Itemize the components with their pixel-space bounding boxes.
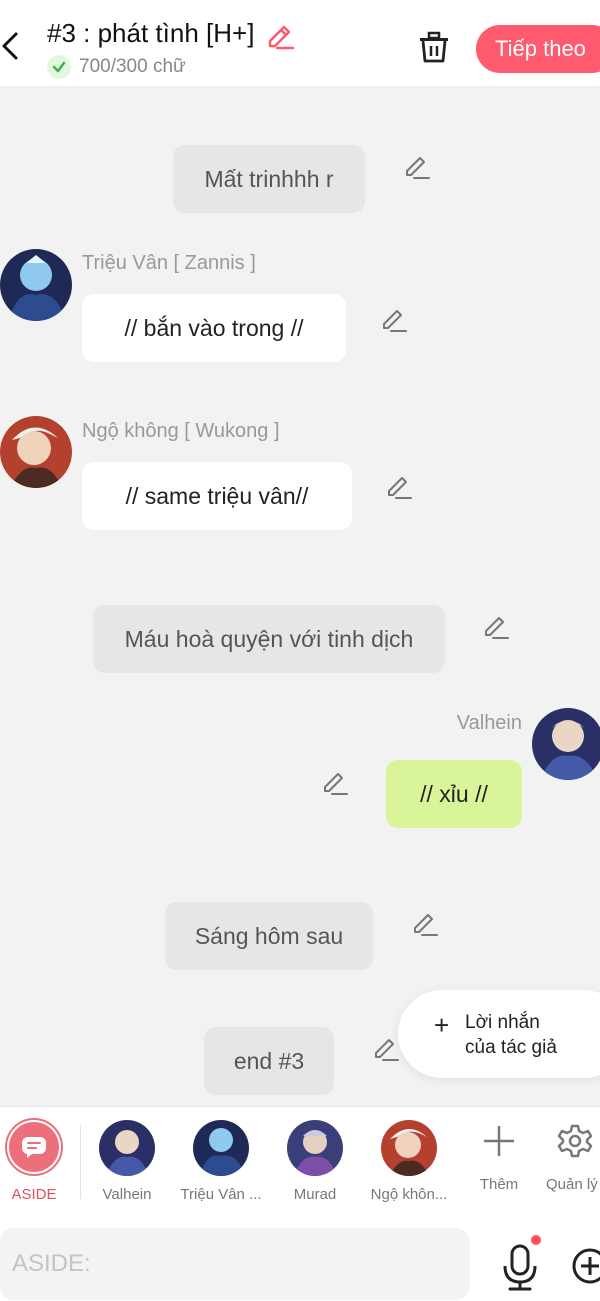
pencil-icon[interactable] [265,22,295,52]
pencil-icon[interactable] [411,911,439,939]
character-bar: ASIDE Valhein Triệu Vân ... Murad Ngộ kh… [0,1106,600,1216]
chat-bubble-icon [9,1122,59,1172]
manage-button[interactable]: Quản lý [528,1107,600,1217]
pencil-icon[interactable] [385,474,413,502]
gear-icon [557,1124,593,1158]
pencil-icon[interactable] [380,307,408,335]
author-note-line1: Lời nhắn [465,1012,540,1033]
plus-icon [484,1126,514,1156]
avatar[interactable] [532,708,600,780]
avatar[interactable] [0,416,72,488]
plus-circle-icon[interactable] [570,1246,600,1286]
manage-label: Quản lý [546,1176,598,1193]
character-label: Triệu Vân ... [180,1186,262,1203]
speaker-name: Triệu Vân [ Zannis ] [82,252,256,274]
avatar [287,1120,343,1176]
author-note-label: Lời nhắn của tác giả [465,1010,557,1060]
pencil-icon[interactable] [321,770,349,798]
character-trieu-van[interactable]: Triệu Vân ... [174,1107,268,1217]
self-chat-bubble[interactable]: // xỉu // [386,760,522,828]
plus-icon: + [434,1010,450,1040]
character-murad[interactable]: Murad [268,1107,362,1217]
author-note-line2: của tác giả [465,1037,557,1058]
character-label: ASIDE [11,1186,57,1203]
avatar[interactable] [0,249,72,321]
narration-bubble[interactable]: Sáng hôm sau [165,902,373,970]
pencil-icon[interactable] [372,1036,400,1064]
narration-bubble[interactable]: Mất trinhhh r [173,145,365,213]
author-note-button[interactable]: + Lời nhắn của tác giả [398,990,600,1078]
notification-dot [531,1235,541,1245]
chat-bubble[interactable]: // bắn vào trong // [82,294,346,362]
character-label: Ngộ khôn... [370,1186,448,1203]
speaker-name: Valhein [456,712,522,734]
mic-icon[interactable] [500,1244,540,1292]
pencil-icon[interactable] [403,154,431,182]
message-input[interactable] [0,1228,470,1300]
word-count-text: 700/300 chữ [79,56,186,77]
avatar [99,1120,155,1176]
input-bar [0,1216,600,1301]
word-count: 700/300 chữ [47,55,186,79]
pencil-icon[interactable] [482,614,510,642]
page-title: #3 : phát tình [H+] [47,18,255,48]
header: #3 : phát tình [H+] 700/300 chữ Tiếp the… [0,0,600,86]
back-icon[interactable] [0,28,24,64]
chat-bubble[interactable]: // same triệu vân// [82,462,352,530]
avatar [381,1120,437,1176]
avatar [193,1120,249,1176]
character-valhein[interactable]: Valhein [80,1107,174,1217]
narration-bubble[interactable]: Máu hoà quyện với tinh dịch [93,605,445,673]
trash-icon[interactable] [416,29,452,65]
next-button[interactable]: Tiếp theo [476,25,600,73]
character-label: Murad [293,1186,337,1203]
character-ngo-khong[interactable]: Ngộ khôn... [362,1107,456,1217]
check-icon [47,55,71,79]
character-label: Valhein [102,1186,152,1203]
narration-bubble[interactable]: end #3 [204,1027,334,1095]
speaker-name: Ngộ không [ Wukong ] [82,420,280,442]
